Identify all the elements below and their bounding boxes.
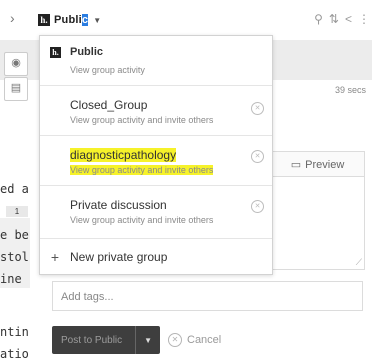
post-button-label: Post to Public [61,334,123,346]
group-item-sub: View group activity and invite others [70,115,214,125]
top-actions: ⚲ ⇅ < ⋮ [314,12,370,26]
resize-handle-icon[interactable]: ⟋ [356,257,362,268]
search-icon[interactable]: ⚲ [314,12,323,26]
page-text-fragment: e be [0,228,29,242]
page-text-fragment: atio [0,347,29,361]
preview-icon: ▭ [290,159,302,171]
group-switcher[interactable]: h. Public ▼ [38,13,101,27]
eye-icon[interactable]: ◉ [4,52,28,76]
close-circle-icon: ✕ [168,333,182,347]
page-badge: 1 [6,206,28,217]
caret-down-icon: ▼ [93,15,102,25]
page-text-fragment: ntin [0,325,29,339]
group-item-diagnosticpathology[interactable]: diagnosticpathology View group activity … [40,136,272,186]
page-text-fragment: ine [0,272,22,286]
leave-group-icon[interactable]: ✕ [251,150,264,163]
post-button[interactable]: Post to Public ▼ [52,326,160,354]
leave-group-icon[interactable]: ✕ [251,102,264,115]
hypothesis-logo-icon: h. [50,47,61,58]
leave-group-icon[interactable]: ✕ [251,200,264,213]
group-item-label: Public [70,46,104,58]
page-text-fragment: ed a [0,182,29,196]
group-item-private-discussion[interactable]: Private discussion View group activity a… [40,186,272,239]
tags-input[interactable]: Add tags... [52,281,363,311]
hypothesis-logo-icon: h. [38,14,50,26]
group-switcher-label: Public [54,14,89,26]
menu-icon[interactable]: ⋮ [358,12,370,26]
annotation-time: 39 secs [334,85,366,95]
chevron-right-icon[interactable]: › [10,10,15,26]
note-icon[interactable]: ▤ [4,77,28,101]
sort-icon[interactable]: ⇅ [329,12,339,26]
preview-tab[interactable]: ▭ Preview [270,151,365,177]
group-item-label: diagnosticpathology [70,148,177,162]
cancel-button[interactable]: ✕ Cancel [168,333,221,347]
group-item-public[interactable]: h. Public View group activity [40,36,272,86]
post-options-caret-icon[interactable]: ▼ [135,326,160,354]
group-item-closed-group[interactable]: Closed_Group View group activity and inv… [40,86,272,136]
page-text-fragment: stol [0,250,29,264]
group-item-label: Closed_Group [70,98,148,112]
group-dropdown-menu: h. Public View group activity Closed_Gro… [39,35,273,275]
group-item-sub: View group activity and invite others [70,215,214,225]
group-item-label: Private discussion [70,198,167,212]
top-bar: › h. Public ▼ ⚲ ⇅ < ⋮ [0,0,372,40]
share-icon[interactable]: < [345,12,352,26]
group-item-sub: View group activity [70,65,145,75]
group-item-sub: View group activity and invite others [70,165,214,175]
new-private-group-button[interactable]: + New private group [40,239,272,274]
plus-icon: + [50,248,60,265]
